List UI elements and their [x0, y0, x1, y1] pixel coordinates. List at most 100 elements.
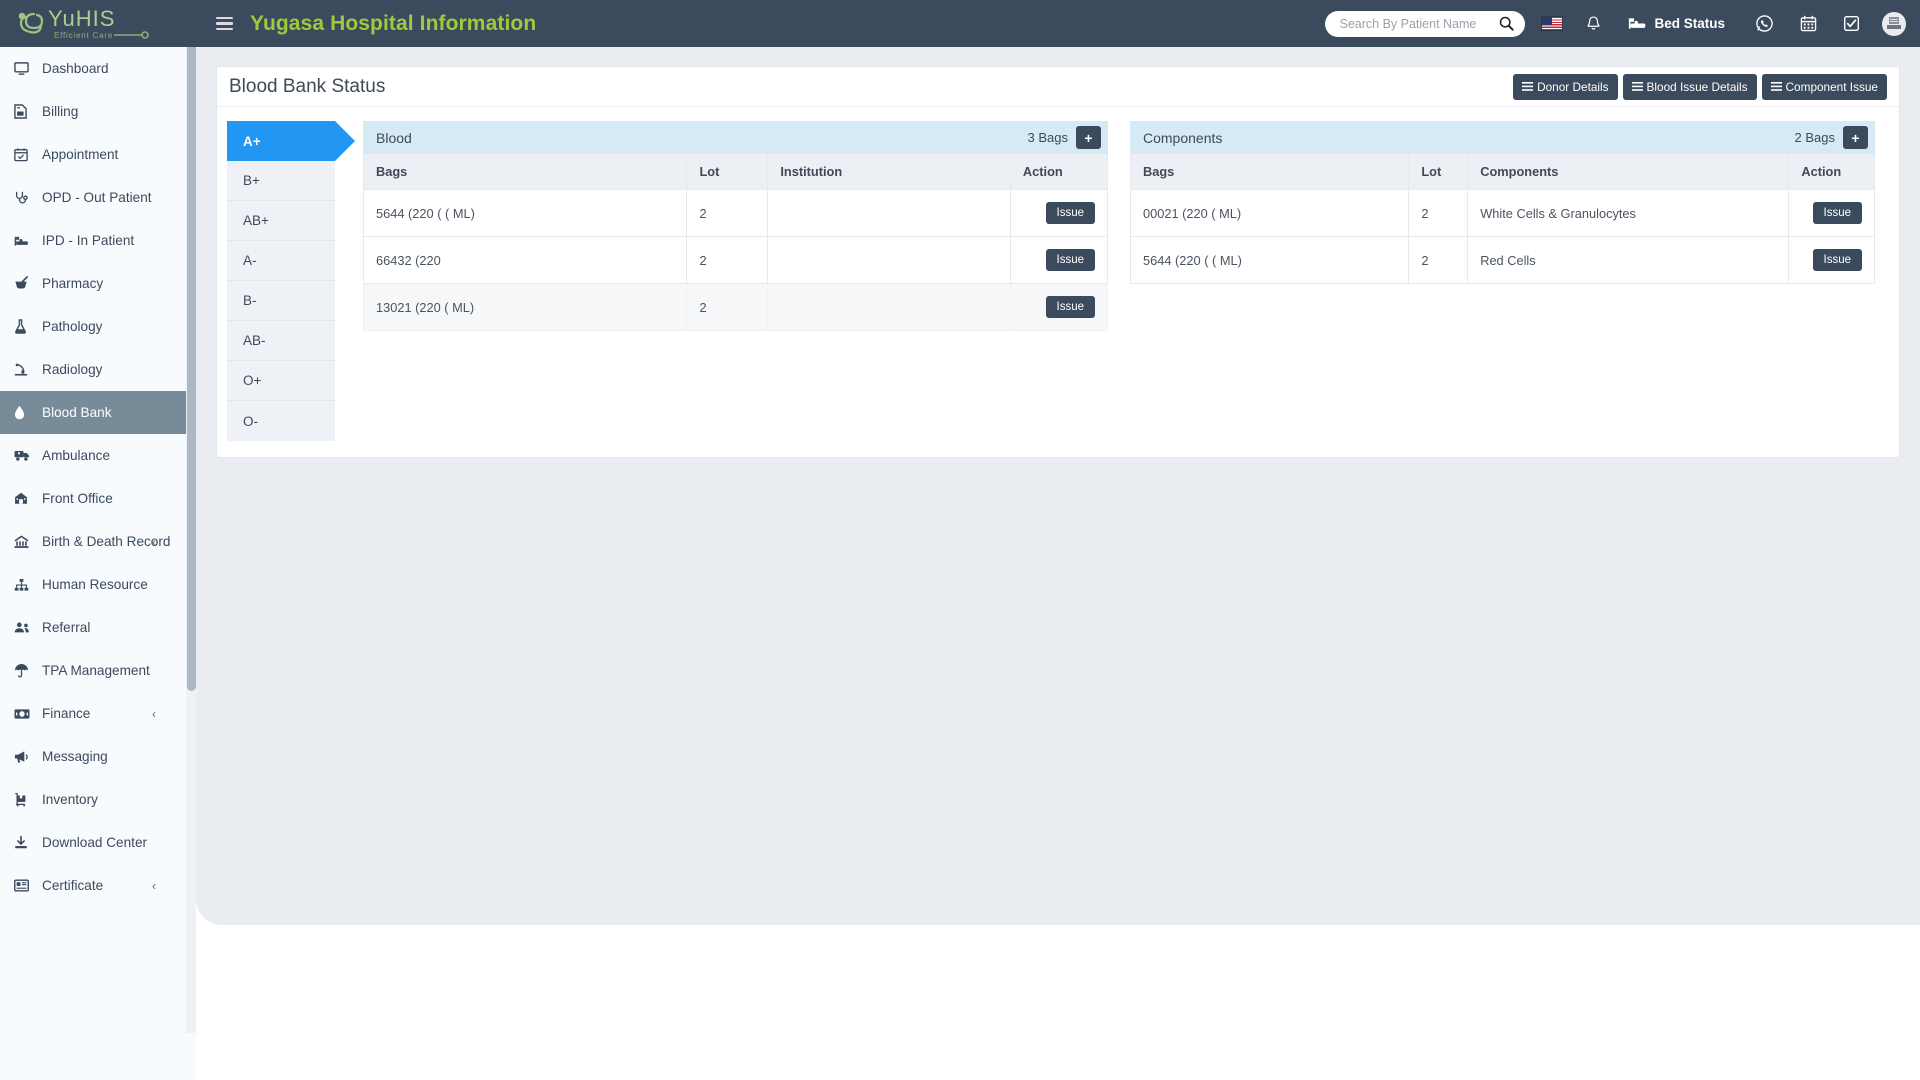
- search-container[interactable]: [1325, 10, 1526, 37]
- sidebar-item-label: Referral: [42, 620, 91, 635]
- search-input[interactable]: [1339, 12, 1498, 35]
- whatsapp-icon[interactable]: [1755, 14, 1774, 33]
- chevron-left-icon[interactable]: ‹: [152, 879, 156, 893]
- ambulance-icon: [14, 449, 36, 462]
- search-icon[interactable]: [1497, 15, 1515, 33]
- sidebar-item-billing[interactable]: Billing: [0, 90, 196, 133]
- sidebar-item-certificate[interactable]: Certificate ‹: [0, 864, 196, 907]
- sidebar-item-inventory[interactable]: Inventory: [0, 778, 196, 821]
- blood-col-lot: Lot: [686, 154, 769, 190]
- sidebar-item-radiology[interactable]: Radiology: [0, 348, 196, 391]
- components-col-bags: Bags: [1129, 154, 1410, 190]
- users-icon: [14, 621, 36, 634]
- sidebar-item-label: IPD - In Patient: [42, 233, 135, 248]
- blood-drop-icon: [14, 405, 36, 420]
- blood-type-A-negpos[interactable]: A+: [227, 121, 355, 161]
- issue-button[interactable]: Issue: [1812, 202, 1862, 224]
- components-panel-header: Components 2 Bags +: [1130, 121, 1875, 154]
- check-square-icon[interactable]: [1843, 15, 1860, 32]
- sidebar-item-referral[interactable]: Referral: [0, 606, 196, 649]
- sidebar-item-label: OPD - Out Patient: [42, 190, 152, 205]
- cell-lot: 2: [686, 236, 769, 284]
- issue-button[interactable]: Issue: [1812, 249, 1862, 271]
- header-button-label: Blood Issue Details: [1646, 79, 1748, 94]
- yuhis-logo-icon: YuHIS Efficient Care: [18, 6, 149, 40]
- blood-issue-details-button[interactable]: Blood Issue Details: [1622, 73, 1757, 100]
- cell-bags: 5644 (220 ( ( ML): [1129, 236, 1410, 284]
- sidebar-item-blood-bank[interactable]: Blood Bank: [0, 391, 196, 434]
- sidebar-item-dashboard[interactable]: Dashboard: [0, 47, 196, 90]
- issue-button[interactable]: Issue: [1045, 202, 1095, 224]
- cell-action: Issue: [1788, 236, 1875, 284]
- sidebar-item-label: Download Center: [42, 835, 148, 850]
- sidebar-item-ambulance[interactable]: Ambulance: [0, 434, 196, 477]
- sidebar-item-birth-death-record[interactable]: Birth & Death Record ‹: [0, 520, 196, 563]
- blood-type-AB-negpos[interactable]: AB+: [227, 201, 335, 241]
- issue-button[interactable]: Issue: [1045, 296, 1095, 318]
- calendar-icon[interactable]: [1800, 15, 1817, 32]
- sidebar-item-download-center[interactable]: Download Center: [0, 821, 196, 864]
- cell-lot: 2: [686, 283, 769, 331]
- blood-type-selector: A+ B+ AB+ A- B- AB- O+ O-: [227, 121, 355, 441]
- issue-button[interactable]: Issue: [1045, 249, 1095, 271]
- bars-icon: [1770, 82, 1782, 91]
- page-header: Blood Bank Status Donor Details Blood Iss…: [217, 67, 1899, 107]
- sidebar-item-tpa-management[interactable]: TPA Management: [0, 649, 196, 692]
- bars-icon: [1631, 82, 1643, 91]
- sidebar-item-label: Finance: [42, 706, 91, 721]
- blood-panel: Blood 3 Bags + Bags Lot Institution Acti…: [362, 121, 1109, 441]
- sidebar-item-pathology[interactable]: Pathology: [0, 305, 196, 348]
- hamburger-icon[interactable]: [216, 14, 236, 34]
- blood-type-O-negpos[interactable]: O+: [227, 361, 335, 401]
- blood-col-institution: Institution: [767, 154, 1011, 190]
- blood-bag-count: 3 Bags: [1027, 130, 1068, 145]
- table-row: 5644 (220 ( ( ML) 2 Issue: [362, 189, 1109, 237]
- certificate-icon: [14, 879, 36, 892]
- blood-table: Bags Lot Institution Action 5644 (220 ( …: [362, 154, 1109, 331]
- sidebar-scrollbar-thumb[interactable]: [187, 8, 196, 691]
- monument-icon: [14, 534, 36, 549]
- us-flag-icon[interactable]: [1541, 16, 1564, 31]
- blood-type-B-negpos[interactable]: B+: [227, 161, 335, 201]
- sitemap-icon: [14, 578, 36, 592]
- add-blood-button[interactable]: +: [1076, 126, 1101, 149]
- content-area: Blood Bank Status Donor Details Blood Iss…: [196, 47, 1920, 925]
- components-table: Bags Lot Components Action 00021 (220 ( …: [1129, 154, 1875, 284]
- sidebar-item-label: Inventory: [42, 792, 98, 807]
- cell-institution: [767, 189, 1011, 237]
- sidebar-item-label: Human Resource: [42, 577, 148, 592]
- app-logo[interactable]: YuHIS Efficient Care: [0, 0, 196, 47]
- sidebar: Dashboard Billing Appointment OPD - Out Pat…: [0, 47, 196, 1080]
- header-button-label: Donor Details: [1537, 79, 1609, 94]
- bell-icon[interactable]: [1585, 15, 1602, 32]
- flask-icon: [14, 319, 36, 334]
- blood-type-A-neg[interactable]: A-: [227, 241, 335, 281]
- sidebar-item-messaging[interactable]: Messaging: [0, 735, 196, 778]
- add-component-button[interactable]: +: [1843, 126, 1868, 149]
- sidebar-item-appointment[interactable]: Appointment: [0, 133, 196, 176]
- sidebar-item-label: Billing: [42, 104, 79, 119]
- bed-status-button[interactable]: Bed Status: [1628, 16, 1725, 31]
- blood-type-AB-neg[interactable]: AB-: [227, 321, 335, 361]
- mortar-pestle-icon: [14, 276, 36, 291]
- sidebar-item-ipd-in-patient[interactable]: IPD - In Patient: [0, 219, 196, 262]
- sidebar-item-pharmacy[interactable]: Pharmacy: [0, 262, 196, 305]
- blood-type-O-neg[interactable]: O-: [227, 401, 335, 441]
- components-bag-count: 2 Bags: [1794, 130, 1835, 145]
- blood-type-label: AB-: [243, 333, 266, 348]
- donor-details-button[interactable]: Donor Details: [1513, 73, 1618, 100]
- sidebar-item-human-resource[interactable]: Human Resource: [0, 563, 196, 606]
- cell-lot: 2: [686, 189, 769, 237]
- component-issue-button[interactable]: Component Issue: [1761, 73, 1887, 100]
- sidebar-item-finance[interactable]: Finance ‹: [0, 692, 196, 735]
- blood-table-header-row: Bags Lot Institution Action: [362, 154, 1109, 190]
- chevron-left-icon[interactable]: ‹: [152, 535, 156, 549]
- sidebar-item-opd-out-patient[interactable]: OPD - Out Patient: [0, 176, 196, 219]
- sidebar-item-front-office[interactable]: Front Office: [0, 477, 196, 520]
- chevron-left-icon[interactable]: ‹: [152, 707, 156, 721]
- user-avatar[interactable]: [1882, 11, 1906, 36]
- cell-action: Issue: [1788, 189, 1875, 237]
- cell-components: Red Cells: [1467, 236, 1790, 284]
- blood-type-B-neg[interactable]: B-: [227, 281, 335, 321]
- sidebar-item-label: Radiology: [42, 362, 103, 377]
